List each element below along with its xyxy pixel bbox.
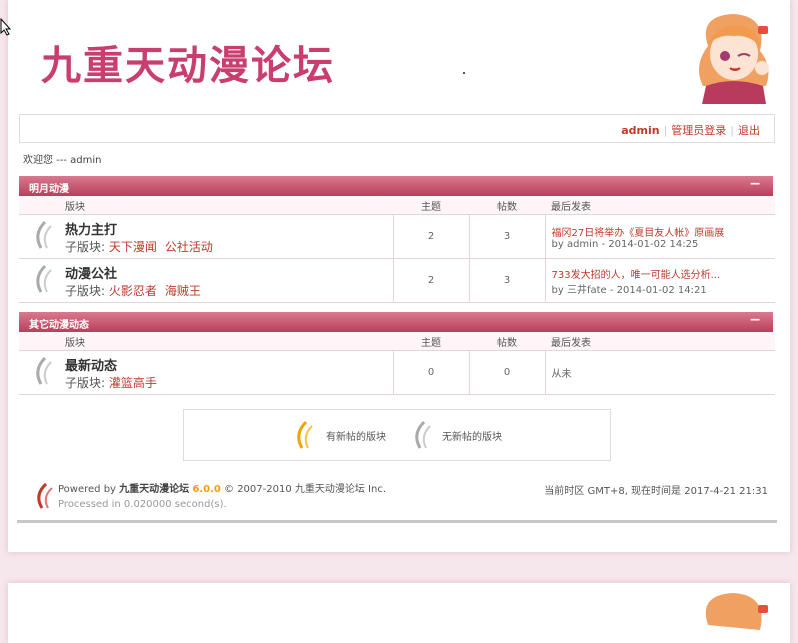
table-row: 动漫公社 子版块: 火影忍者 海贼王 2 3 733发大招的人，唯一可能人选分析.…	[19, 258, 776, 303]
subforum-link[interactable]: 火影忍者	[109, 284, 157, 298]
new-posts-icon	[297, 420, 313, 449]
subforum-link[interactable]: 天下漫闻	[109, 240, 157, 254]
subforum-link[interactable]: 灌篮高手	[109, 376, 157, 390]
col-forum: 版块	[65, 332, 393, 351]
decor-dot	[463, 72, 465, 74]
table-header: 版块 主题 帖数 最后发表	[19, 332, 775, 351]
footer-divider	[17, 520, 777, 523]
footer-info: Powered by 九重天动漫论坛 6.0.0 © 2007-2010 九重天…	[58, 482, 386, 512]
mascot-avatar-icon	[705, 593, 768, 630]
page-container-duplicate	[8, 583, 790, 643]
collapse-icon[interactable]: −	[749, 312, 761, 328]
last-post-meta: by admin - 2014-01-02 14:25	[551, 238, 699, 250]
forum-status-icon	[19, 258, 65, 303]
last-post-link[interactable]: 733发大招的人，唯一可能人选分析...	[552, 266, 776, 281]
section-header-2: 其它动漫动态 −	[19, 312, 773, 332]
col-posts: 帖数	[469, 332, 545, 351]
topic-count: 0	[392, 350, 469, 395]
user-bar: admin | 管理员登录 | 退出	[19, 114, 775, 143]
logout-link[interactable]: 退出	[738, 124, 760, 137]
version-text: 6.0.0	[192, 484, 221, 495]
subforum-label: 子版块:	[65, 283, 106, 298]
topic-count: 2	[392, 214, 469, 259]
table-header: 版块 主题 帖数 最后发表	[19, 196, 775, 215]
topic-count: 2	[392, 258, 469, 303]
mouse-cursor-icon	[0, 18, 12, 36]
legend-new: 有新帖的版块	[326, 432, 386, 443]
subforum-link[interactable]: 海贼王	[165, 284, 201, 298]
post-count: 3	[468, 214, 545, 259]
last-post-meta: by 三井fate - 2014-01-02 14:21	[551, 284, 707, 296]
post-count: 3	[468, 258, 545, 303]
section-title[interactable]: 明月动漫	[29, 180, 69, 195]
no-new-posts-icon	[415, 420, 431, 449]
forum-name[interactable]: 最新动态	[65, 355, 393, 374]
welcome-text: 欢迎您 --- admin	[23, 155, 102, 166]
col-last: 最后发表	[545, 196, 775, 215]
col-forum: 版块	[65, 196, 393, 215]
footer-logo-icon	[37, 482, 53, 509]
copyright-text: © 2007-2010 九重天动漫论坛 Inc.	[224, 484, 387, 495]
user-links: admin | 管理员登录 | 退出	[621, 124, 760, 137]
product-link[interactable]: 九重天动漫论坛	[119, 484, 189, 495]
forum-name[interactable]: 动漫公社	[65, 263, 393, 282]
processed-text: Processed in 0.020000 second(s).	[58, 499, 227, 510]
section-header-1: 明月动漫 −	[19, 176, 773, 196]
col-last: 最后发表	[545, 332, 775, 351]
subforum-label: 子版块:	[65, 239, 106, 254]
forum-name[interactable]: 热力主打	[65, 219, 393, 238]
table-row: 热力主打 子版块: 天下漫闻 公社活动 2 3 福冈27日将举办《夏目友人帐》原画…	[19, 214, 776, 259]
forum-status-icon	[19, 214, 65, 259]
subforum-label: 子版块:	[65, 375, 106, 390]
col-topics: 主题	[393, 332, 469, 351]
mascot-avatar-icon	[699, 14, 769, 104]
col-topics: 主题	[393, 196, 469, 215]
table-row: 最新动态 子版块: 灌篮高手 0 0 从未	[19, 350, 775, 395]
last-post-link[interactable]: 福冈27日将举办《夏目友人帐》原画展	[552, 224, 776, 239]
page-container: 九重天动漫论坛 admin | 管理员登录 | 退出 欢迎您 --- admin 明月动…	[8, 0, 790, 552]
collapse-icon[interactable]: −	[749, 176, 761, 192]
section-title[interactable]: 其它动漫动态	[29, 316, 89, 331]
admin-login-link[interactable]: 管理员登录	[671, 124, 726, 137]
post-count: 0	[468, 350, 545, 395]
powered-label: Powered by	[58, 484, 116, 495]
col-posts: 帖数	[469, 196, 545, 215]
last-post-meta: 从未	[551, 369, 572, 380]
username-link[interactable]: admin	[621, 124, 659, 137]
forum-status-icon	[19, 350, 65, 395]
subforum-link[interactable]: 公社活动	[165, 240, 213, 254]
forum-table-2: 版块 主题 帖数 最后发表 最新动态 子版块: 灌篮高手 0 0 从未	[19, 332, 775, 395]
forum-logo[interactable]: 九重天动漫论坛	[41, 33, 335, 91]
timezone-text: 当前时区 GMT+8, 现在时间是 2017-4-21 21:31	[544, 486, 768, 497]
legend-box: 有新帖的版块 无新帖的版块	[183, 409, 611, 461]
legend-none: 无新帖的版块	[442, 432, 502, 443]
forum-table-1: 版块 主题 帖数 最后发表 热力主打 子版块: 天下漫闻 公社活动 2 3 福冈2…	[19, 196, 775, 303]
